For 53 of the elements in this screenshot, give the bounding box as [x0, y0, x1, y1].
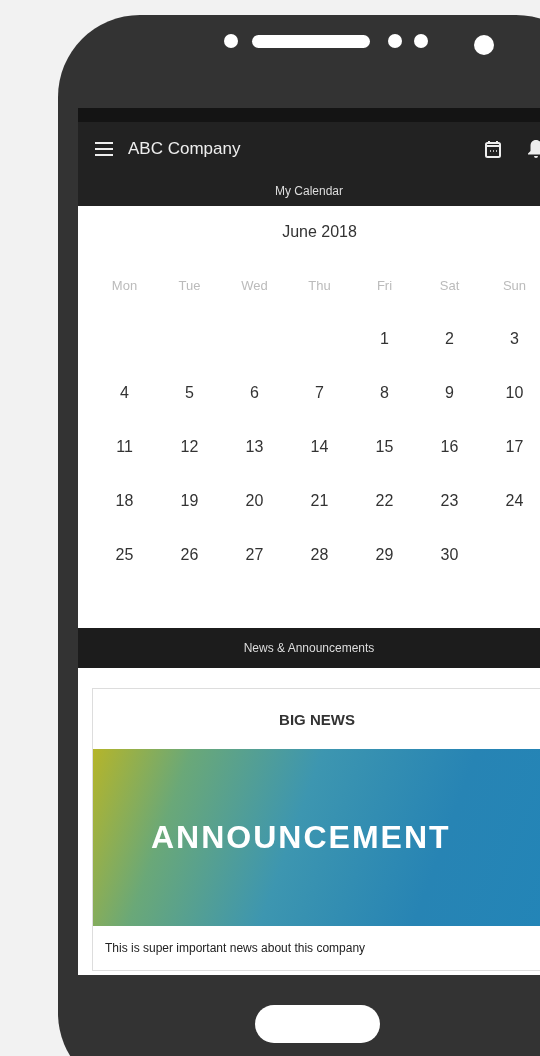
weekday-label: Fri — [376, 277, 393, 293]
app-title: ABC Company — [128, 138, 242, 159]
calendar-day[interactable]: 5 — [185, 384, 194, 402]
calendar-day[interactable]: 7 — [315, 384, 324, 402]
banner-text: ANNOUNCEMENT — [151, 819, 451, 856]
home-button[interactable] — [255, 1005, 380, 1043]
calendar-day[interactable]: 3 — [510, 330, 519, 348]
calendar-day[interactable]: 8 — [380, 384, 389, 402]
calendar-day[interactable]: 19 — [180, 492, 199, 510]
calendar-day[interactable]: 29 — [375, 546, 394, 564]
calendar-day[interactable]: 16 — [440, 438, 459, 456]
calendar-day[interactable]: 24 — [505, 492, 524, 510]
calendar-day[interactable]: 15 — [375, 438, 394, 456]
calendar-day[interactable]: 9 — [445, 384, 454, 402]
menu-icon[interactable] — [94, 140, 114, 157]
calendar-day[interactable]: 12 — [180, 438, 199, 456]
month-title: June 2018 — [281, 222, 358, 242]
calendar-day[interactable]: 26 — [180, 546, 199, 564]
calendar-day[interactable]: 27 — [245, 546, 264, 564]
calendar-day[interactable]: 14 — [310, 438, 329, 456]
news-card[interactable]: BIG NEWS ANNOUNCEMENT This is super important news about this company — [92, 688, 540, 971]
calendar-day[interactable]: 23 — [440, 492, 459, 510]
weekday-label: Thu — [308, 277, 331, 293]
camera-icon — [474, 35, 494, 55]
calendar-day[interactable]: 13 — [245, 438, 264, 456]
calendar-icon[interactable] — [485, 139, 501, 158]
section-title: News & Announcements — [243, 641, 375, 655]
bell-icon[interactable] — [527, 139, 540, 158]
weekday-label: Sun — [502, 277, 527, 293]
section-title: My Calendar — [275, 183, 343, 198]
weekday-label: Mon — [111, 277, 138, 293]
calendar-day[interactable]: 17 — [505, 438, 524, 456]
calendar-day[interactable]: 4 — [120, 384, 129, 402]
calendar-day[interactable]: 21 — [310, 492, 329, 510]
news-title: BIG NEWS — [278, 709, 356, 730]
calendar-day[interactable]: 28 — [310, 546, 329, 564]
sensor-icon — [388, 34, 402, 48]
calendar-day[interactable]: 22 — [375, 492, 394, 510]
calendar-day[interactable]: 6 — [250, 384, 259, 402]
calendar-day[interactable]: 18 — [115, 492, 134, 510]
calendar-day[interactable]: 10 — [505, 384, 524, 402]
weekday-label: Tue — [178, 277, 201, 293]
calendar-day[interactable]: 2 — [445, 330, 454, 348]
calendar-day[interactable]: 25 — [115, 546, 134, 564]
calendar-day[interactable]: 30 — [440, 546, 459, 564]
calendar-day[interactable]: 20 — [245, 492, 264, 510]
sensor-icon — [414, 34, 428, 48]
sensor-icon — [224, 34, 238, 48]
calendar-day[interactable]: 1 — [380, 330, 389, 348]
calendar-day[interactable]: 11 — [116, 438, 133, 456]
weekday-label: Sat — [439, 277, 460, 293]
weekday-label: Wed — [241, 277, 268, 293]
news-text: This is super important news about this company — [105, 941, 366, 955]
